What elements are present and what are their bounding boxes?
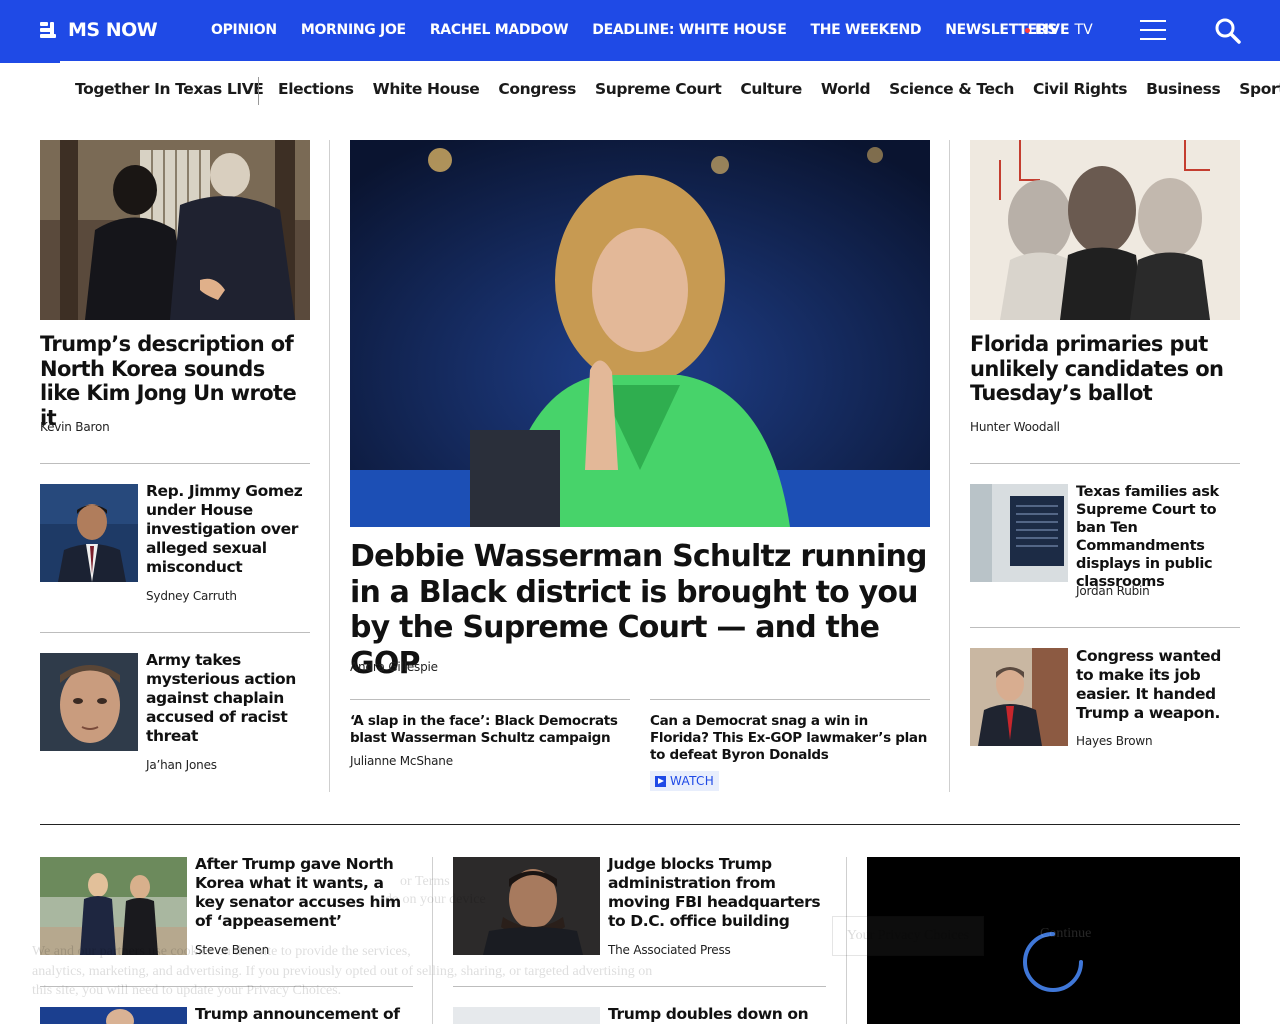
subnav-divider bbox=[258, 77, 259, 105]
story-thumbnail-trump-announcement[interactable] bbox=[40, 1007, 187, 1024]
story-headline[interactable]: Trump announcement of bbox=[195, 1005, 413, 1024]
divider bbox=[970, 463, 1240, 464]
divider bbox=[453, 986, 826, 987]
related-author[interactable]: Julianne McShane bbox=[350, 754, 453, 768]
nav-the-weekend[interactable]: THE WEEKEND bbox=[810, 22, 921, 38]
subnav-elections[interactable]: Elections bbox=[278, 80, 354, 98]
search-icon[interactable] bbox=[1214, 17, 1242, 45]
story-author[interactable]: The Associated Press bbox=[608, 943, 731, 957]
column-divider bbox=[949, 140, 950, 792]
story-image-trump-kim[interactable] bbox=[40, 140, 310, 320]
story-author[interactable]: Jordan Rubin bbox=[1076, 584, 1150, 598]
story-thumbnail-army[interactable] bbox=[40, 653, 138, 751]
live-dot-icon bbox=[1025, 27, 1030, 33]
story-headline[interactable]: Texas families ask Supreme Court to ban … bbox=[1076, 483, 1240, 591]
story-thumbnail-trump-kim-dmz[interactable] bbox=[40, 857, 187, 955]
subnav-business[interactable]: Business bbox=[1146, 80, 1221, 98]
subnav-civil-rights[interactable]: Civil Rights bbox=[1033, 80, 1127, 98]
menu-icon[interactable] bbox=[1140, 19, 1166, 41]
story-thumbnail-fbi-judge[interactable] bbox=[453, 857, 600, 955]
nav-opinion[interactable]: OPINION bbox=[211, 22, 277, 38]
column-divider bbox=[432, 857, 433, 1024]
story-headline[interactable]: Judge blocks Trump administration from m… bbox=[608, 855, 828, 931]
story-author[interactable]: Hunter Woodall bbox=[970, 420, 1060, 434]
subnav-white-house[interactable]: White House bbox=[373, 80, 480, 98]
subnav-together-in-texas[interactable]: Together In Texas LIVE bbox=[75, 80, 264, 98]
divider bbox=[40, 986, 413, 987]
subnav-science-tech[interactable]: Science & Tech bbox=[889, 80, 1014, 98]
story-author[interactable]: Kevin Baron bbox=[40, 420, 110, 434]
story-headline[interactable]: Congress wanted to make its job easier. … bbox=[1076, 647, 1240, 723]
play-icon bbox=[655, 775, 666, 787]
story-headline[interactable]: After Trump gave North Korea what it wan… bbox=[195, 855, 413, 931]
story-author[interactable]: Hayes Brown bbox=[1076, 734, 1153, 748]
story-headline[interactable]: Army takes mysterious action against cha… bbox=[146, 651, 308, 746]
column-divider bbox=[329, 140, 330, 792]
subnav-congress[interactable]: Congress bbox=[498, 80, 576, 98]
subnav-supreme-court[interactable]: Supreme Court bbox=[595, 80, 722, 98]
live-label: LIVE bbox=[1035, 22, 1070, 38]
story-headline[interactable]: Rep. Jimmy Gomez under House investigati… bbox=[146, 482, 308, 577]
logo-flag-icon bbox=[40, 21, 64, 39]
story-author[interactable]: Ja’han Jones bbox=[146, 758, 217, 772]
hero-author[interactable]: Andra Gillespie bbox=[350, 660, 438, 674]
related-headline[interactable]: Can a Democrat snag a win in Florida? Th… bbox=[650, 713, 930, 764]
subnav-sports[interactable]: Sports bbox=[1239, 80, 1280, 98]
story-image-florida-candidates[interactable] bbox=[970, 140, 1240, 320]
nav-rachel-maddow[interactable]: RACHEL MADDOW bbox=[430, 22, 569, 38]
story-headline[interactable]: Trump’s description of North Korea sound… bbox=[40, 332, 310, 430]
subnav-items: Elections White House Congress Supreme C… bbox=[278, 80, 1280, 98]
story-headline[interactable]: Florida primaries put unlikely candidate… bbox=[970, 332, 1240, 406]
section-divider bbox=[40, 824, 1240, 825]
related-headline[interactable]: ‘A slap in the face’: Black Democrats bl… bbox=[350, 713, 630, 747]
story-author[interactable]: Steve Benen bbox=[195, 943, 269, 957]
divider bbox=[350, 699, 630, 700]
hero-image-wasserman-schultz[interactable] bbox=[350, 140, 930, 527]
story-headline[interactable]: Trump doubles down on idea bbox=[608, 1005, 828, 1024]
divider bbox=[650, 699, 930, 700]
divider bbox=[40, 463, 310, 464]
story-thumbnail-gomez[interactable] bbox=[40, 484, 138, 582]
top-navigation-bar: MS NOW OPINION MORNING JOE RACHEL MADDOW… bbox=[0, 0, 1280, 61]
story-author[interactable]: Sydney Carruth bbox=[146, 589, 237, 603]
site-logo[interactable]: MS NOW bbox=[40, 17, 158, 43]
story-thumbnail-ten-commandments[interactable] bbox=[970, 484, 1068, 582]
story-thumbnail-trump-doubles-down[interactable] bbox=[453, 1007, 600, 1024]
live-tv-suffix: TV bbox=[1074, 22, 1093, 38]
story-thumbnail-congress[interactable] bbox=[970, 648, 1068, 746]
nav-morning-joe[interactable]: MORNING JOE bbox=[301, 22, 406, 38]
section-nav: Together In Texas LIVE Elections White H… bbox=[0, 62, 1280, 118]
primary-nav: OPINION MORNING JOE RACHEL MADDOW DEADLI… bbox=[211, 22, 1057, 38]
consent-text-line-2: analytics, marketing, and advertising. I… bbox=[32, 964, 653, 979]
nav-deadline-white-house[interactable]: DEADLINE: WHITE HOUSE bbox=[592, 22, 787, 38]
divider bbox=[970, 627, 1240, 628]
continue-button[interactable]: Continue bbox=[1040, 926, 1091, 942]
divider bbox=[40, 632, 310, 633]
watch-label: WATCH bbox=[670, 774, 715, 788]
logo-text: MS NOW bbox=[68, 19, 158, 41]
watch-badge[interactable]: WATCH bbox=[650, 771, 720, 791]
subnav-culture[interactable]: Culture bbox=[740, 80, 802, 98]
live-tv-link[interactable]: LIVE TV bbox=[1025, 22, 1093, 38]
privacy-choices-button[interactable]: Your Privacy Choices bbox=[832, 916, 984, 956]
subnav-world[interactable]: World bbox=[821, 80, 871, 98]
